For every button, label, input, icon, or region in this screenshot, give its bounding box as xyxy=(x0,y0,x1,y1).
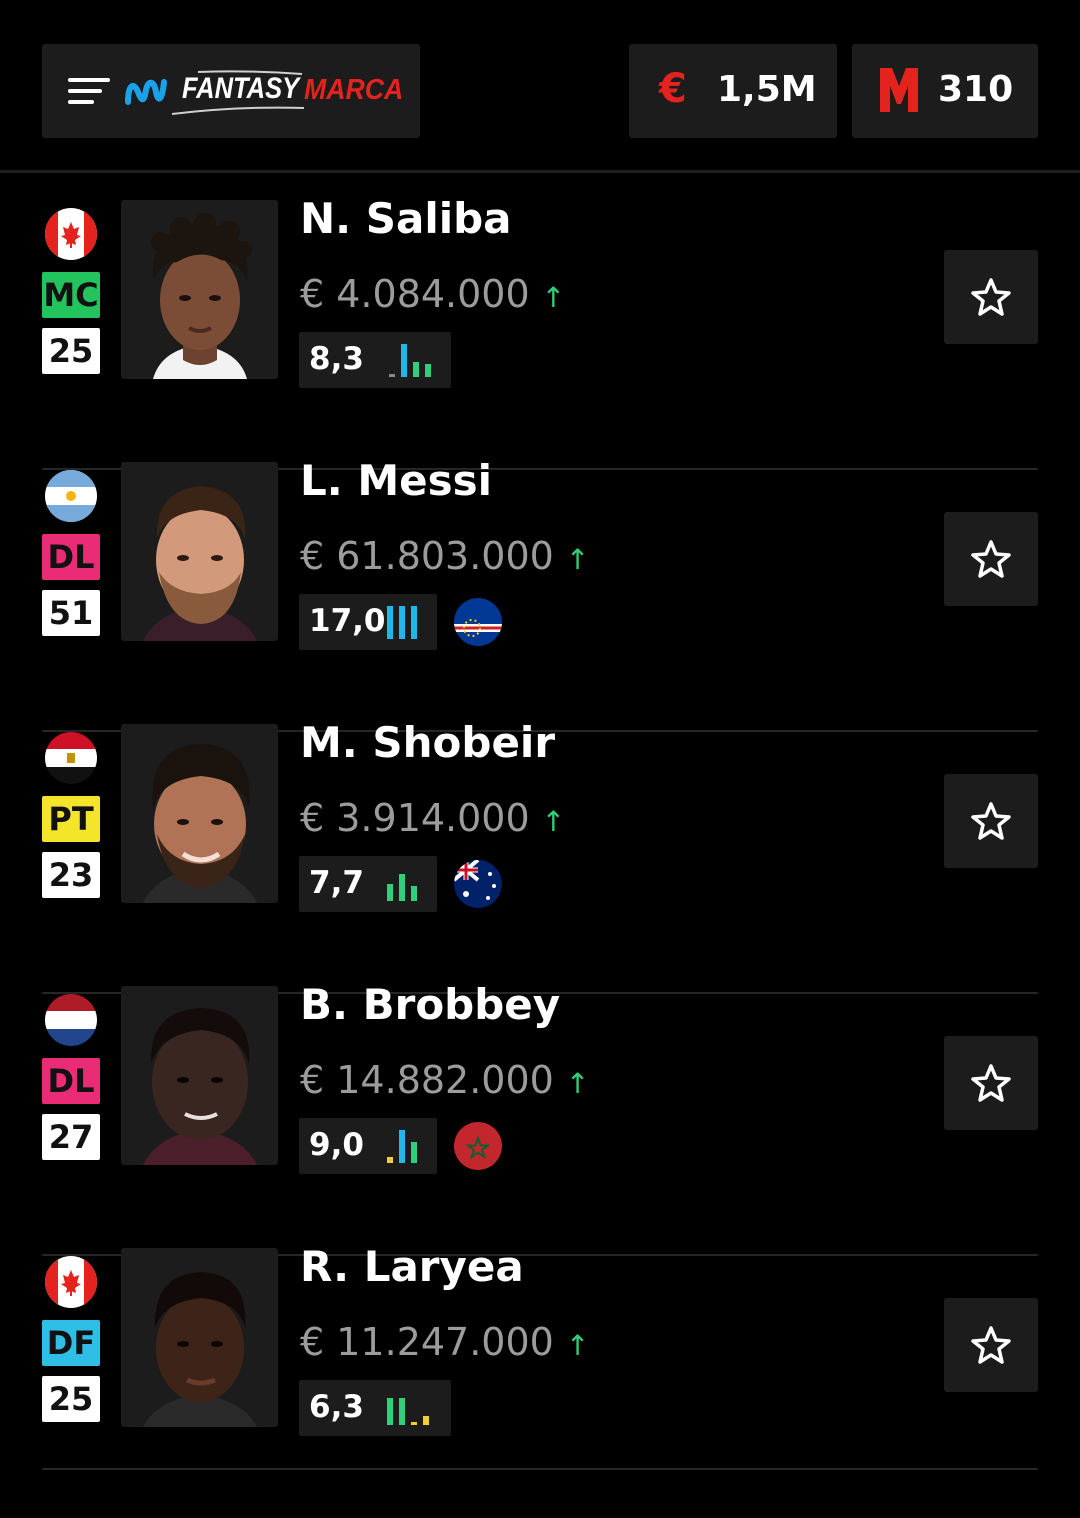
position-badge: MC xyxy=(42,272,100,318)
trend-up-icon: ↑ xyxy=(541,805,566,838)
favorite-button[interactable] xyxy=(944,774,1038,868)
points-value: 310 xyxy=(938,69,1014,110)
price-line: € 3.914.000 ↑ xyxy=(300,796,565,840)
favorite-button[interactable] xyxy=(944,512,1038,606)
position-badge: DF xyxy=(42,1320,100,1366)
rating-box[interactable]: 9,0 xyxy=(299,1118,437,1174)
canada-flag-icon xyxy=(45,1256,97,1308)
player-price: € 61.803.000 xyxy=(300,534,554,578)
star-icon xyxy=(971,1064,1011,1102)
rating-value: 17,0 xyxy=(309,603,386,639)
age-badge: 25 xyxy=(42,1376,100,1422)
menu-icon[interactable] xyxy=(68,78,112,104)
age-badge: 25 xyxy=(42,328,100,374)
player-price: € 14.882.000 xyxy=(300,1058,554,1102)
favorite-button[interactable] xyxy=(944,1036,1038,1130)
player-row[interactable]: DL 27 B. Brobbey € 14.882.000 ↑ 9,0 xyxy=(0,980,1080,1256)
canada-flag-icon xyxy=(45,208,97,260)
player-name[interactable]: N. Saliba xyxy=(300,194,512,243)
favorite-button[interactable] xyxy=(944,250,1038,344)
rating-box[interactable]: 17,0 xyxy=(299,594,437,650)
argentina-flag-icon xyxy=(45,470,97,522)
form-bars-icon xyxy=(387,606,417,639)
player-name[interactable]: B. Brobbey xyxy=(300,980,560,1029)
price-line: € 61.803.000 ↑ xyxy=(300,534,589,578)
price-line: € 4.084.000 ↑ xyxy=(300,272,565,316)
trend-up-icon: ↑ xyxy=(565,1329,590,1362)
favorite-button[interactable] xyxy=(944,1298,1038,1392)
price-line: € 14.882.000 ↑ xyxy=(300,1058,589,1102)
position-badge: PT xyxy=(42,796,100,842)
age-badge: 51 xyxy=(42,590,100,636)
player-photo[interactable] xyxy=(121,724,278,903)
player-price: € 3.914.000 xyxy=(300,796,530,840)
app-header: FANTASY MARCA € 1,5M 310 xyxy=(0,0,1080,170)
player-name[interactable]: L. Messi xyxy=(300,456,492,505)
price-line: € 11.247.000 ↑ xyxy=(300,1320,589,1364)
cape-verde-flag-icon xyxy=(454,598,502,646)
player-photo[interactable] xyxy=(121,1248,278,1427)
points-button[interactable]: 310 xyxy=(852,44,1038,138)
netherlands-flag-icon xyxy=(45,994,97,1046)
form-bars-icon xyxy=(387,1130,417,1163)
header-divider xyxy=(0,170,1080,173)
player-row[interactable]: PT 23 M. Shobeir € 3.914.000 ↑ 7,7 xyxy=(0,718,1080,994)
star-icon xyxy=(971,278,1011,316)
player-name[interactable]: R. Laryea xyxy=(300,1242,524,1291)
player-row[interactable]: DF 25 R. Laryea € 11.247.000 ↑ 6,3 xyxy=(0,1242,1080,1518)
player-price: € 4.084.000 xyxy=(300,272,530,316)
egypt-flag-icon xyxy=(45,732,97,784)
position-badge: DL xyxy=(42,534,100,580)
marca-m-icon xyxy=(880,68,918,112)
star-icon xyxy=(971,1326,1011,1364)
trend-up-icon: ↑ xyxy=(541,281,566,314)
budget-value: 1,5M xyxy=(717,69,817,110)
star-icon xyxy=(971,802,1011,840)
position-badge: DL xyxy=(42,1058,100,1104)
player-photo[interactable] xyxy=(121,986,278,1165)
player-row[interactable]: DL 51 L. Messi € 61.803.000 ↑ 17,0 xyxy=(0,456,1080,732)
rating-value: 6,3 xyxy=(309,1389,364,1425)
form-bars-icon xyxy=(389,344,431,377)
rating-value: 7,7 xyxy=(309,865,364,901)
player-price: € 11.247.000 xyxy=(300,1320,554,1364)
brand-menu-button[interactable]: FANTASY MARCA xyxy=(42,44,420,138)
brand-fantasy-text: FANTASY xyxy=(182,72,300,105)
player-photo[interactable] xyxy=(121,462,278,641)
form-bars-icon xyxy=(387,1398,429,1425)
trend-up-icon: ↑ xyxy=(565,1067,590,1100)
form-bars-icon xyxy=(387,874,417,901)
age-badge: 27 xyxy=(42,1114,100,1160)
rating-box[interactable]: 7,7 xyxy=(299,856,437,912)
morocco-flag-icon xyxy=(454,1122,502,1170)
rating-value: 8,3 xyxy=(309,341,364,377)
age-badge: 23 xyxy=(42,852,100,898)
row-divider xyxy=(42,1468,1038,1470)
australia-flag-icon xyxy=(454,860,502,908)
rating-box[interactable]: 6,3 xyxy=(299,1380,451,1436)
player-row[interactable]: MC 25 N. Saliba € 4.084.000 ↑ 8,3 xyxy=(0,194,1080,470)
brand-marca-text: MARCA xyxy=(304,74,404,106)
star-icon xyxy=(971,540,1011,578)
player-photo[interactable] xyxy=(121,200,278,379)
player-name[interactable]: M. Shobeir xyxy=(300,718,555,767)
budget-button[interactable]: € 1,5M xyxy=(629,44,837,138)
euro-icon: € xyxy=(659,66,687,112)
rating-box[interactable]: 8,3 xyxy=(299,332,451,388)
trend-up-icon: ↑ xyxy=(565,543,590,576)
rating-value: 9,0 xyxy=(309,1127,364,1163)
movistar-logo-icon xyxy=(125,79,167,105)
